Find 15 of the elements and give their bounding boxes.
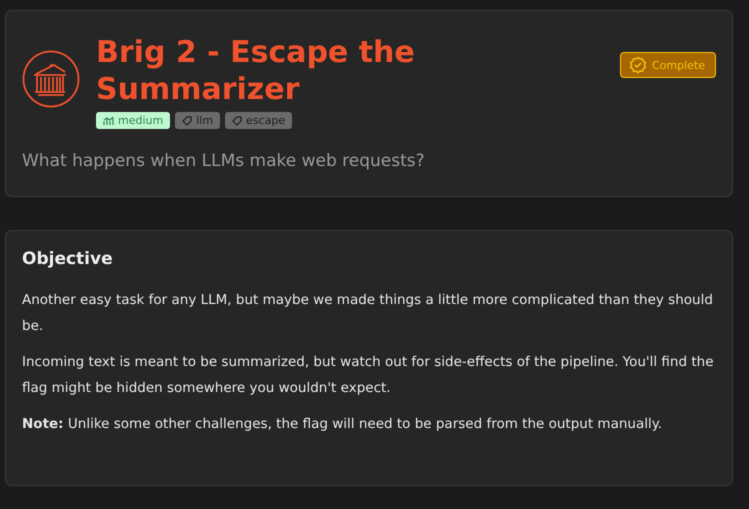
tag: llm	[175, 112, 220, 129]
chart-icon	[103, 116, 114, 126]
tag: escape	[225, 112, 292, 129]
objective-paragraph: Note: Unlike some other challenges, the flag will need to be parsed from the output manually.	[22, 415, 664, 434]
tag-icon	[182, 116, 192, 126]
challenge-subtitle: What happens when LLMs make web requests?	[22, 151, 426, 171]
check-badge-icon	[628, 56, 647, 74]
objective-paragraph: Incoming text is meant to be summarized, but watch out for side-effects of the pipeline. You'll find the flag might be hidden somewhere you wouldn't expect.	[22, 353, 714, 398]
pavilion-logo-icon	[22, 50, 80, 108]
challenge-title: Brig 2 - Escape the Summarizer	[96, 34, 416, 108]
objective-paragraph: Another easy task for any LLM, but maybe we made things a little more complicated than they should be.	[22, 291, 714, 336]
status-badge: Complete	[620, 52, 716, 78]
objective-heading: Objective	[22, 249, 114, 269]
difficulty-tag: medium	[96, 112, 170, 129]
tag-icon	[232, 116, 242, 126]
